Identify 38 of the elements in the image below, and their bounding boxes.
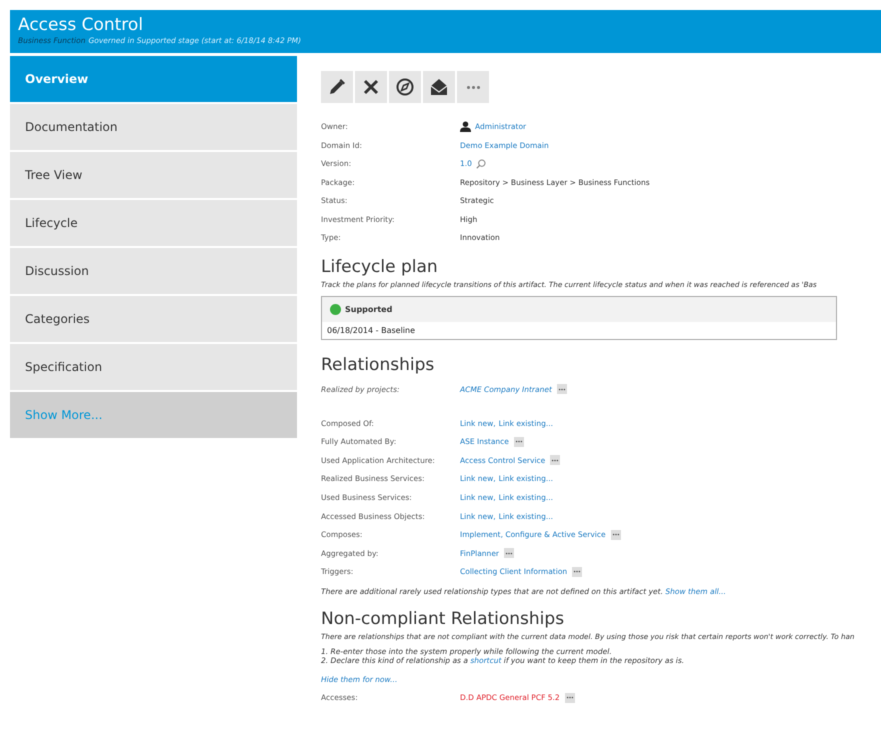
sidebar-tab[interactable]: Categories bbox=[10, 296, 297, 344]
lifecycle-entry: 06/18/2014 - Baseline bbox=[326, 324, 416, 336]
envelope-button[interactable] bbox=[423, 71, 455, 103]
more-button[interactable] bbox=[514, 436, 524, 447]
sidebar-tab[interactable]: Documentation bbox=[10, 104, 297, 152]
edit-icon bbox=[327, 77, 347, 97]
more-icon bbox=[505, 550, 514, 556]
edit-button[interactable] bbox=[321, 71, 353, 103]
more-button[interactable] bbox=[610, 530, 621, 540]
section-heading: Non-compliant Relationships bbox=[321, 608, 566, 630]
compass-icon bbox=[395, 77, 415, 97]
more-button[interactable] bbox=[564, 692, 575, 703]
page-title: Access Control bbox=[18, 15, 144, 35]
more-icon bbox=[566, 695, 574, 700]
compass-button[interactable] bbox=[389, 71, 421, 103]
sidebar-tab[interactable]: Discussion bbox=[10, 248, 297, 296]
envelope-icon bbox=[429, 77, 449, 97]
more-icon bbox=[558, 386, 566, 392]
more-button[interactable] bbox=[572, 566, 582, 577]
search-icon bbox=[476, 158, 486, 169]
user-icon bbox=[460, 121, 471, 132]
more-icon bbox=[514, 439, 523, 444]
more-icon bbox=[466, 86, 480, 88]
section-heading: Relationships bbox=[321, 354, 436, 376]
sidebar-tab[interactable]: Tree View bbox=[10, 152, 297, 200]
close-button[interactable] bbox=[355, 71, 387, 103]
sidebar-tab[interactable]: Overview bbox=[10, 56, 297, 104]
section-heading: Lifecycle plan bbox=[321, 256, 439, 278]
more-icon bbox=[612, 532, 620, 538]
sidebar-tab[interactable]: Specification bbox=[10, 344, 297, 392]
more-icon bbox=[551, 458, 560, 463]
more-button[interactable] bbox=[504, 548, 514, 558]
more-icon bbox=[573, 569, 582, 574]
more-button[interactable] bbox=[550, 455, 560, 466]
close-icon bbox=[361, 77, 381, 97]
stage-name: Supported bbox=[345, 304, 392, 314]
sidebar-tab[interactable]: Lifecycle bbox=[10, 200, 297, 248]
more-button[interactable] bbox=[556, 384, 567, 394]
